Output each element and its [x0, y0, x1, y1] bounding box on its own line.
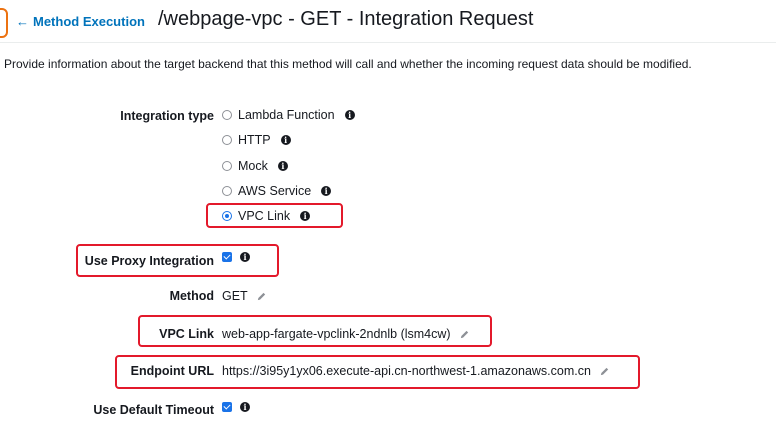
info-icon[interactable]: i	[277, 161, 288, 171]
info-icon[interactable]: i	[300, 211, 311, 221]
back-to-method-execution-link[interactable]: ← Method Execution	[16, 14, 145, 29]
page-edge-tab	[0, 8, 8, 38]
radio-button[interactable]	[222, 135, 232, 145]
radio-label: HTTP	[238, 133, 271, 147]
radio-label: Mock	[238, 159, 268, 173]
use-proxy-integration-checkbox[interactable]	[222, 252, 232, 262]
info-icon[interactable]: i	[280, 135, 291, 145]
info-icon[interactable]: i	[344, 110, 355, 120]
radio-option-lambda-function[interactable]: Lambda Function i	[222, 108, 355, 122]
info-icon[interactable]: i	[321, 186, 332, 196]
radio-button[interactable]	[222, 161, 232, 171]
radio-button[interactable]	[222, 110, 232, 120]
use-default-timeout-checkbox[interactable]	[222, 402, 232, 412]
radio-option-vpc-link[interactable]: VPC Link i	[222, 209, 311, 223]
radio-label: AWS Service	[238, 184, 312, 198]
endpoint-url-value: https://3i95y1yx06.execute-api.cn-northw…	[222, 364, 591, 378]
vpc-link-label: VPC Link	[159, 327, 214, 341]
arrow-left-icon: ←	[16, 14, 29, 29]
radio-button-selected[interactable]	[222, 211, 232, 221]
radio-label: Lambda Function	[238, 108, 335, 122]
info-icon[interactable]: i	[240, 402, 250, 412]
radio-option-http[interactable]: HTTP i	[222, 133, 291, 147]
title-divider	[0, 42, 776, 43]
radio-option-aws-service[interactable]: AWS Service i	[222, 184, 332, 198]
pencil-icon[interactable]	[459, 329, 470, 340]
use-default-timeout-label: Use Default Timeout	[93, 403, 214, 417]
use-proxy-integration-control: i	[222, 252, 250, 262]
radio-option-mock[interactable]: Mock i	[222, 159, 288, 173]
endpoint-url-label: Endpoint URL	[130, 364, 214, 378]
use-default-timeout-control: i	[222, 402, 250, 412]
radio-button[interactable]	[222, 186, 232, 196]
radio-label: VPC Link	[238, 209, 291, 223]
vpc-link-value: web-app-fargate-vpclink-2ndnlb (lsm4cw)	[222, 327, 451, 341]
method-label: Method	[169, 289, 214, 303]
pencil-icon[interactable]	[256, 291, 267, 302]
vpc-link-value-row: web-app-fargate-vpclink-2ndnlb (lsm4cw)	[222, 327, 470, 341]
page-description: Provide information about the target bac…	[4, 57, 692, 71]
method-value: GET	[222, 289, 248, 303]
integration-type-label: Integration type	[120, 109, 214, 123]
method-value-row: GET	[222, 289, 267, 303]
back-link-label: Method Execution	[33, 14, 145, 29]
use-proxy-integration-label: Use Proxy Integration	[84, 254, 214, 268]
pencil-icon[interactable]	[599, 366, 610, 377]
page-title: /webpage-vpc - GET - Integration Request	[158, 8, 534, 30]
endpoint-url-value-row: https://3i95y1yx06.execute-api.cn-northw…	[222, 364, 610, 378]
info-icon[interactable]: i	[240, 252, 250, 262]
